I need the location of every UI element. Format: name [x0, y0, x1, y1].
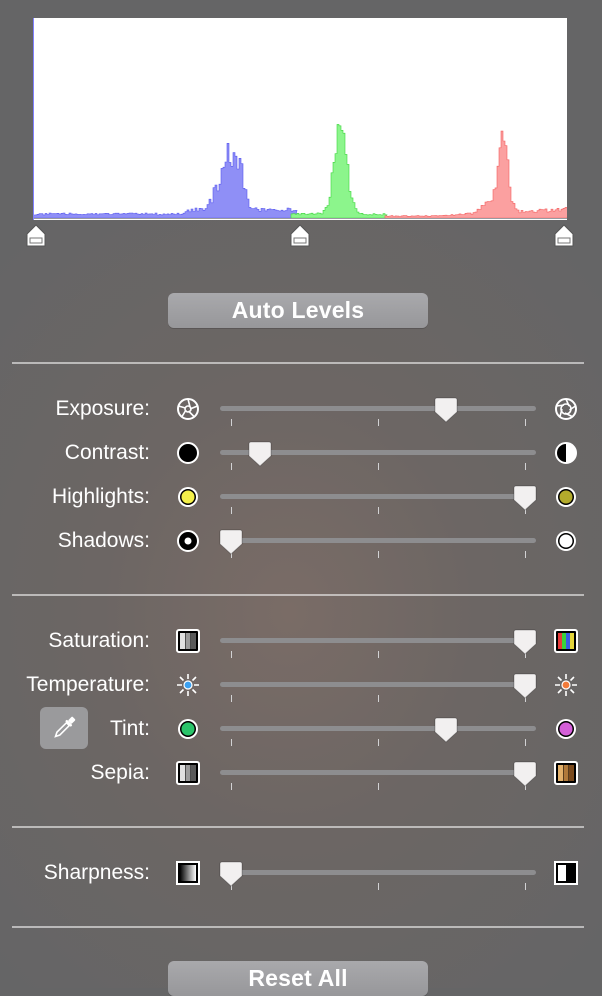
histogram-red-channel [384, 130, 567, 219]
slider-tick [378, 651, 379, 658]
slider-row-sepia: Sepia: [0, 751, 602, 795]
sharp-edge-icon [554, 861, 578, 885]
slider-row-temperature: Temperature: [0, 663, 602, 707]
olive-circle-icon [554, 485, 578, 509]
slider-tick [378, 463, 379, 470]
shadows-slider-track[interactable] [220, 538, 536, 543]
shadows-label: Shadows: [57, 529, 150, 552]
temperature-slider-track[interactable] [220, 682, 536, 687]
sharpness-slider-thumb[interactable] [219, 861, 243, 887]
slider-tick [525, 739, 526, 746]
exposure-label: Exposure: [55, 397, 150, 420]
warm-sun-icon [554, 673, 578, 697]
slider-row-tint: Tint: [0, 707, 602, 751]
exposure-slider-track[interactable] [220, 406, 536, 411]
slider-tick [231, 651, 232, 658]
soft-edge-icon [176, 861, 200, 885]
slider-row-highlights: Highlights: [0, 475, 602, 519]
divider [12, 594, 584, 596]
aperture-open-icon [554, 397, 578, 421]
sepia-bars-icon [554, 761, 578, 785]
temperature-slider-thumb[interactable] [513, 673, 537, 699]
cool-sun-icon [176, 673, 200, 697]
white-circle-icon [554, 529, 578, 553]
slider-tick [378, 739, 379, 746]
tint-label: Tint: [109, 717, 150, 740]
auto-levels-button[interactable]: Auto Levels [168, 293, 428, 328]
black-point-handle[interactable] [25, 224, 47, 248]
slider-tick [378, 551, 379, 558]
saturation-slider-thumb[interactable] [513, 629, 537, 655]
highlights-slider-track[interactable] [220, 494, 536, 499]
histogram-blue-channel [33, 143, 298, 219]
yellow-circle-icon [176, 485, 200, 509]
contrast-slider-thumb[interactable] [248, 441, 272, 467]
slider-tick [231, 783, 232, 790]
slider-tick [525, 883, 526, 890]
temperature-label: Temperature: [26, 673, 150, 696]
highlights-slider-thumb[interactable] [513, 485, 537, 511]
magenta-circle-icon [554, 717, 578, 741]
slider-row-contrast: Contrast: [0, 431, 602, 475]
histogram-plot [33, 18, 567, 220]
sharpness-label: Sharpness: [43, 861, 150, 884]
saturation-label: Saturation: [48, 629, 150, 652]
divider [12, 926, 584, 928]
slider-tick [231, 419, 232, 426]
slider-row-saturation: Saturation: [0, 619, 602, 663]
histogram-green-channel [290, 124, 388, 219]
divider [12, 362, 584, 364]
tint-slider-thumb[interactable] [434, 717, 458, 743]
midtone-handle[interactable] [289, 224, 311, 248]
white-point-handle[interactable] [553, 224, 575, 248]
levels-histogram [33, 18, 567, 220]
slider-tick [231, 739, 232, 746]
green-circle-icon [176, 717, 200, 741]
slider-tick [378, 783, 379, 790]
reset-all-button[interactable]: Reset All [168, 961, 428, 996]
grayscale-bars-icon [176, 629, 200, 653]
slider-row-sharpness: Sharpness: [0, 851, 602, 895]
half-circle-icon [554, 441, 578, 465]
dot-circle-icon [176, 529, 200, 553]
slider-tick [231, 695, 232, 702]
sepia-slider-thumb[interactable] [513, 761, 537, 787]
slider-tick [231, 507, 232, 514]
sepia-label: Sepia: [90, 761, 150, 784]
slider-tick [525, 551, 526, 558]
slider-tick [525, 419, 526, 426]
black-circle-icon [176, 441, 200, 465]
slider-tick [378, 507, 379, 514]
grayscale-bars-icon [176, 761, 200, 785]
contrast-label: Contrast: [64, 441, 150, 464]
sharpness-slider-track[interactable] [220, 870, 536, 875]
shadows-slider-thumb[interactable] [219, 529, 243, 555]
tint-slider-track[interactable] [220, 726, 536, 731]
slider-row-shadows: Shadows: [0, 519, 602, 563]
divider [12, 826, 584, 828]
slider-row-exposure: Exposure: [0, 387, 602, 431]
slider-tick [378, 695, 379, 702]
slider-tick [231, 463, 232, 470]
slider-tick [378, 883, 379, 890]
sepia-slider-track[interactable] [220, 770, 536, 775]
saturation-slider-track[interactable] [220, 638, 536, 643]
highlights-label: Highlights: [51, 485, 150, 508]
slider-tick [378, 419, 379, 426]
aperture-closed-icon [176, 397, 200, 421]
color-bars-icon [554, 629, 578, 653]
slider-tick [525, 463, 526, 470]
exposure-slider-thumb[interactable] [434, 397, 458, 423]
